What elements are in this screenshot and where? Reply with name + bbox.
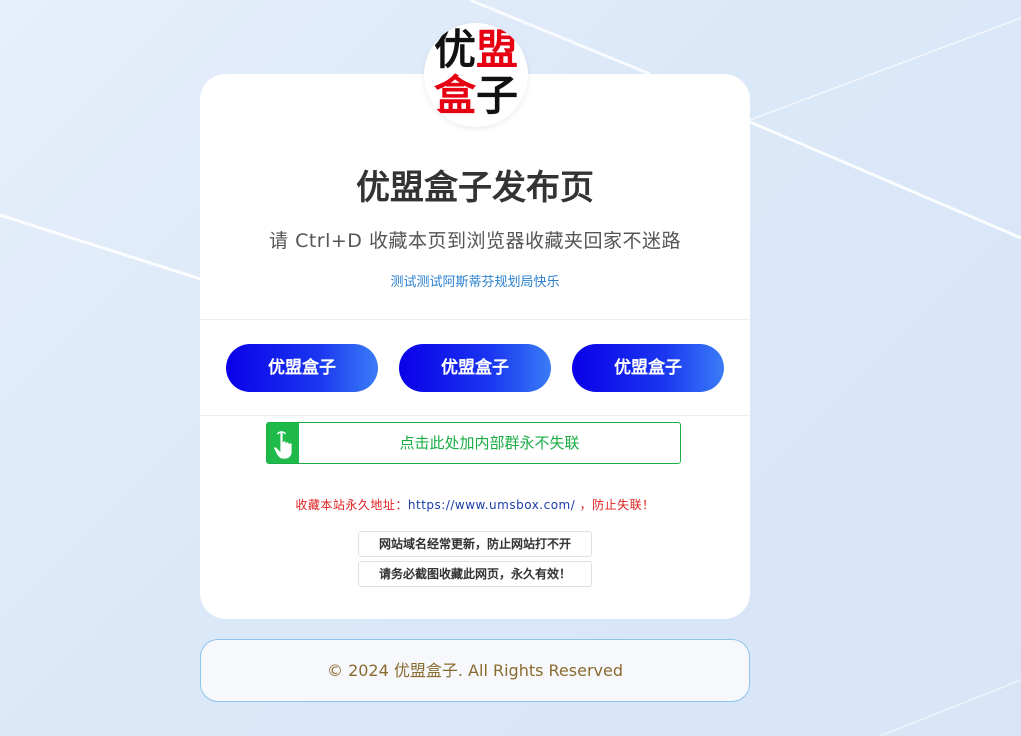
address-url[interactable]: https://www.umsbox.com/ [408,498,575,512]
logo-char-4: 子 [476,71,519,120]
button-row: 优盟盒子 优盟盒子 优盟盒子 [226,344,724,392]
permanent-address: 收藏本站永久地址：https://www.umsbox.com/ ，防止失联！ [200,496,750,513]
copyright-text: © 2024 优盟盒子. All Rights Reserved [326,661,623,680]
address-prefix: 收藏本站永久地址： [295,498,408,512]
bookmark-hint: 请 Ctrl+D 收藏本页到浏览器收藏夹回家不迷路 [269,230,681,252]
site-logo: 优 盟 盒 子 [424,23,528,127]
divider [200,415,750,416]
page-title: 优盟盒子发布页 [356,168,594,208]
join-group-label: 点击此处加内部群永不失联 [399,434,580,452]
link-button-3[interactable]: 优盟盒子 [572,344,724,392]
hand-pointer-icon [267,423,299,463]
logo-char-2: 盟 [476,25,519,74]
tip-badge-2: 请务必截图收藏此网页，永久有效！ [358,561,592,587]
link-button-2[interactable]: 优盟盒子 [399,344,551,392]
footer: © 2024 优盟盒子. All Rights Reserved [200,639,750,702]
tip-badge-1: 网站域名经常更新，防止网站打不开 [358,531,592,557]
logo-char-3: 盒 [434,71,477,120]
link-button-1[interactable]: 优盟盒子 [226,344,378,392]
note-text: 测试测试阿斯蒂芬规划局快乐 [390,275,560,290]
join-group-button[interactable]: 点击此处加内部群永不失联 [266,422,681,464]
logo-char-1: 优 [434,25,477,74]
address-suffix: ，防止失联！ [575,498,655,512]
divider [200,319,750,320]
main-card: 优盟盒子发布页 请 Ctrl+D 收藏本页到浏览器收藏夹回家不迷路 测试测试阿斯… [200,74,750,619]
